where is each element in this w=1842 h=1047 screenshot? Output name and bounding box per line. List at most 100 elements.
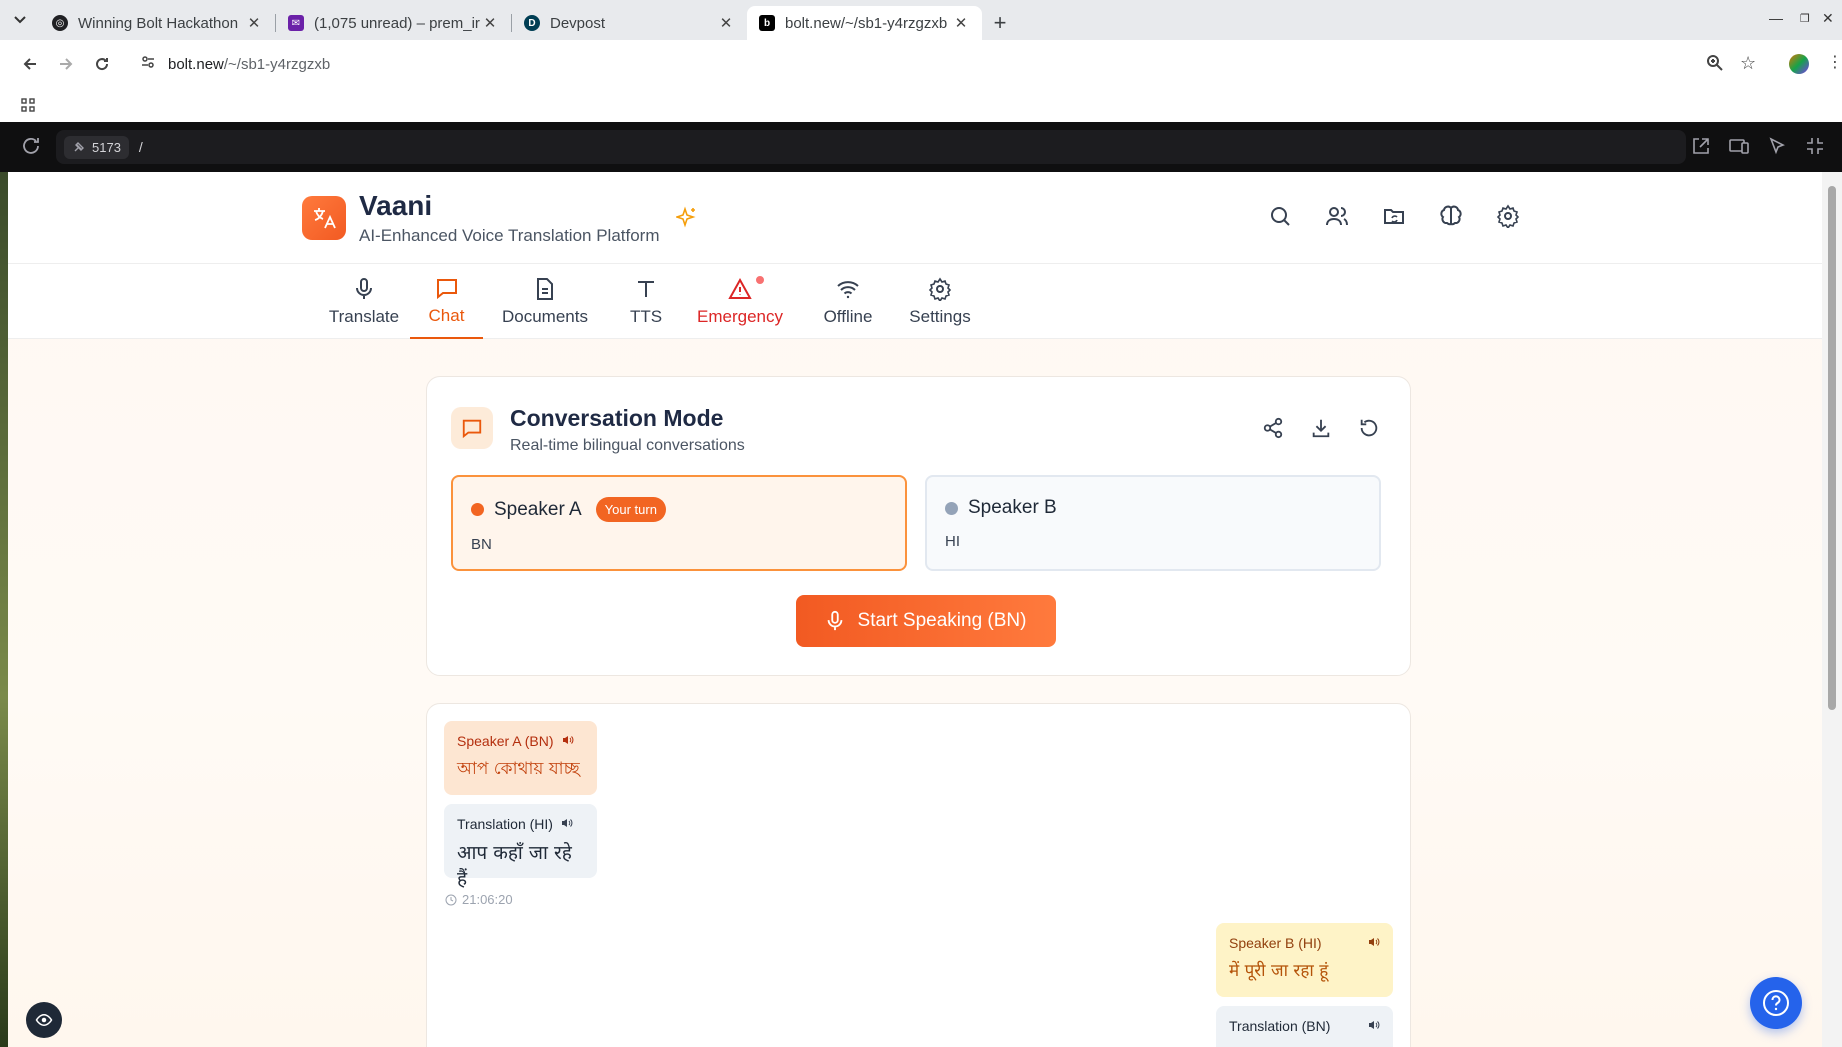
desktop-edge — [0, 172, 8, 1047]
users-icon[interactable] — [1325, 204, 1351, 230]
settings-gear-icon[interactable] — [1496, 204, 1522, 230]
speaker-name: Speaker B — [968, 497, 1057, 518]
speaker-a-panel[interactable]: Speaker A Your turn BN — [451, 475, 907, 571]
devpost-favicon-icon: D — [524, 15, 540, 31]
port-selector[interactable]: 5173 — [64, 135, 129, 159]
reset-icon[interactable] — [1358, 417, 1382, 441]
messages-card: Speaker A (BN) আপ কোথায় যাচ্ছ Translati… — [426, 703, 1411, 1047]
alert-dot — [756, 276, 764, 284]
back-icon[interactable] — [12, 46, 48, 82]
preview-url-bar[interactable]: 5173 / — [56, 130, 1686, 164]
tab-documents[interactable]: Documents — [491, 264, 599, 339]
speaker-b-panel[interactable]: Speaker B HI — [925, 475, 1381, 571]
window-close-icon[interactable]: ✕ — [1822, 10, 1834, 27]
eye-toggle-button[interactable] — [26, 1002, 62, 1038]
download-icon[interactable] — [1310, 417, 1334, 441]
reload-icon[interactable] — [84, 46, 120, 82]
mic-icon — [827, 610, 842, 631]
timestamp-text: 21:06:20 — [462, 892, 513, 907]
scrollbar-thumb[interactable] — [1828, 186, 1836, 710]
browser-tab-strip: ◎ Winning Bolt Hackathon ✕ ✉ (1,075 unre… — [0, 0, 1842, 40]
browser-tab-active[interactable]: b bolt.new/~/sb1-y4rzgzxb ✕ — [747, 6, 982, 40]
preview-toolbar: 5173 / — [0, 122, 1842, 172]
speaker-volume-icon[interactable] — [561, 816, 573, 832]
close-tab-icon[interactable]: ✕ — [245, 14, 263, 32]
alert-triangle-icon — [728, 277, 752, 299]
plug-icon — [74, 142, 84, 152]
speaker-name: Speaker A — [494, 498, 582, 520]
close-tab-icon[interactable]: ✕ — [952, 14, 970, 32]
collapse-icon[interactable] — [1804, 135, 1828, 159]
bookmarks-bar — [0, 88, 1842, 122]
message-text: আপ কোথায় যাচ্ছ — [457, 759, 580, 779]
open-in-new-window-icon[interactable] — [1690, 135, 1714, 159]
tab-search-dropdown[interactable] — [0, 0, 40, 40]
tab-label: TTS — [629, 306, 663, 326]
zoom-icon[interactable] — [1706, 54, 1724, 77]
sparkles-icon — [674, 206, 698, 233]
minimize-icon[interactable]: — — [1769, 10, 1783, 26]
tab-tts[interactable]: TTS — [616, 264, 676, 339]
address-bar[interactable]: bolt.new/~/sb1-y4rzgzxb — [126, 46, 1716, 82]
help-icon — [1763, 990, 1789, 1016]
browser-tab[interactable]: D Devpost ✕ — [512, 6, 747, 40]
message-translation-bubble: Translation (BN) — [1216, 1006, 1393, 1047]
document-icon — [537, 277, 553, 300]
tab-translate[interactable]: Translate — [318, 264, 410, 339]
message-original-bubble: Speaker B (HI) में पूरी जा रहा हूं — [1216, 923, 1393, 997]
search-icon[interactable] — [1268, 204, 1294, 230]
menu-kebab-icon[interactable]: ⋮ — [1827, 52, 1842, 72]
favicon-icon: ◎ — [52, 15, 68, 31]
tab-title: (1,075 unread) – prem_ir — [314, 14, 480, 32]
bolt-favicon-icon: b — [759, 15, 775, 31]
browser-tab[interactable]: ◎ Winning Bolt Hackathon ✕ — [40, 6, 275, 40]
start-speaking-label: Start Speaking (BN) — [857, 610, 1027, 631]
tab-label: Offline — [823, 306, 873, 326]
preview-path: / — [138, 139, 143, 155]
folder-sync-icon[interactable] — [1382, 204, 1408, 230]
url-host: bolt.new — [168, 55, 224, 73]
main-nav-tabs: Translate Chat Documents TTS Emergency O… — [8, 264, 1830, 339]
tab-offline[interactable]: Offline — [803, 264, 893, 339]
tab-settings[interactable]: Settings — [894, 264, 986, 339]
conversation-card: Conversation Mode Real-time bilingual co… — [426, 376, 1411, 676]
browser-toolbar: bolt.new/~/sb1-y4rzgzxb ☆ ⋮ — [0, 40, 1842, 88]
speaker-status-dot — [945, 501, 958, 515]
profile-avatar[interactable] — [1789, 54, 1809, 74]
site-info-icon[interactable] — [140, 54, 156, 74]
close-tab-icon[interactable]: ✕ — [717, 14, 735, 32]
close-tab-icon[interactable]: ✕ — [481, 14, 499, 32]
speaker-volume-icon[interactable] — [562, 733, 574, 749]
browser-tab[interactable]: ✉ (1,075 unread) – prem_ir ✕ — [276, 6, 511, 40]
your-turn-badge: Your turn — [595, 497, 666, 522]
bookmark-star-icon[interactable]: ☆ — [1740, 53, 1756, 74]
speaker-volume-icon[interactable] — [1368, 1018, 1380, 1034]
message-label: Speaker B (HI) — [1229, 935, 1322, 951]
page-scrollbar[interactable] — [1822, 172, 1842, 1047]
speaker-volume-icon[interactable] — [1368, 935, 1380, 951]
tab-emergency[interactable]: Emergency — [686, 264, 794, 339]
brain-icon[interactable] — [1439, 204, 1465, 230]
tab-title: bolt.new/~/sb1-y4rzgzxb — [785, 14, 948, 32]
help-button[interactable] — [1750, 977, 1802, 1029]
device-preview-icon[interactable] — [1728, 135, 1752, 159]
message-translation-bubble: Translation (HI) आप कहाँ जा रहे हैं — [444, 804, 597, 890]
new-tab-button[interactable]: + — [982, 6, 1018, 40]
preview-reload-icon[interactable] — [20, 135, 44, 159]
forward-icon[interactable] — [48, 46, 84, 82]
message-text: आप कहाँ जा रहे हैं — [457, 842, 572, 890]
tab-title: Devpost — [550, 14, 606, 32]
apps-grid-icon[interactable] — [21, 98, 35, 117]
message-label: Translation (BN) — [1229, 1018, 1331, 1034]
eye-icon — [35, 1013, 53, 1027]
message-original-bubble: Speaker A (BN) আপ কোথায় যাচ্ছ — [444, 721, 597, 795]
tab-chat[interactable]: Chat — [410, 264, 483, 339]
restore-icon[interactable]: ❐ — [1800, 12, 1810, 25]
tab-label: Chat — [428, 305, 465, 325]
conversation-title: Conversation Mode — [510, 405, 724, 431]
clock-icon — [445, 894, 457, 905]
start-speaking-button[interactable]: Start Speaking (BN) — [796, 595, 1056, 647]
element-selector-icon[interactable] — [1766, 135, 1790, 159]
share-icon[interactable] — [1262, 417, 1286, 441]
mail-favicon-icon: ✉ — [288, 15, 304, 31]
